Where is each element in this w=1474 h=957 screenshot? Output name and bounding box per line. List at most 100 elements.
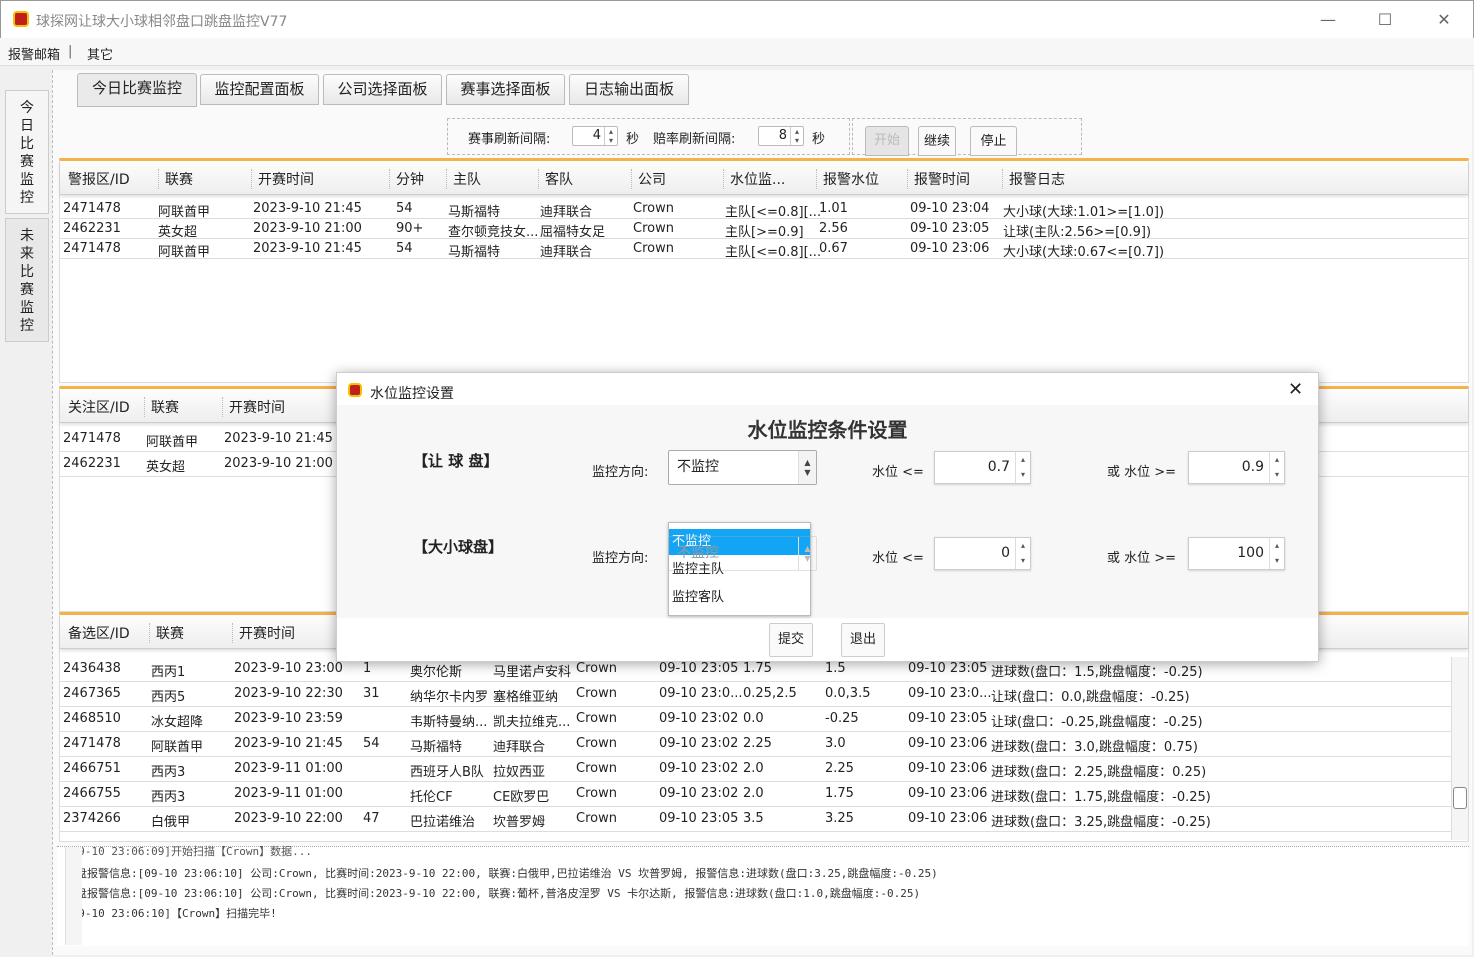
table-cell: 2471478 xyxy=(63,241,121,256)
table-cell: 2023-9-10 21:45 xyxy=(253,201,362,216)
table-cell: 2.25 xyxy=(743,736,772,751)
column-header[interactable]: 公司 xyxy=(631,169,666,189)
overunder-ge-label: 或 水位 >= xyxy=(1107,551,1177,566)
scrollbar-thumb[interactable] xyxy=(1453,787,1467,809)
table-cell: 2462231 xyxy=(63,221,121,236)
overunder-le-input[interactable]: 0 xyxy=(934,537,1031,570)
odds-refresh-spinner[interactable]: 8 xyxy=(758,126,804,146)
table-cell: Crown xyxy=(576,711,617,726)
maximize-button[interactable]: ☐ xyxy=(1371,7,1399,33)
table-row[interactable]: 2466755 西丙3 2023-9-11 01:00 托伦CF CE欧罗巴 Crown 0… xyxy=(60,782,1468,807)
tab-today-monitor[interactable]: 今日比赛监控 xyxy=(77,73,197,107)
log-output: [09-10 23:06:09]开始扫描【Crown】数据... 跳盘报警信息:… xyxy=(57,845,1469,946)
tab-log-output[interactable]: 日志输出面板 xyxy=(569,74,689,105)
column-header[interactable]: 开赛时间 xyxy=(222,397,285,417)
column-header[interactable]: 联赛 xyxy=(158,169,193,189)
table-row[interactable]: 2471478 阿联酋甲 2023-9-10 21:45 54 马斯福特 迪拜联合 Crow… xyxy=(60,239,1468,260)
table-row[interactable]: 2471478 阿联酋甲 2023-9-10 21:45 54 马斯福特 迪拜联合 Crow… xyxy=(60,199,1468,220)
app-logo-icon xyxy=(13,11,29,27)
log-scrollbar[interactable] xyxy=(65,847,82,945)
menu-bar: 报警邮箱 | 其它 xyxy=(0,38,1474,66)
table-cell: Crown xyxy=(633,221,674,236)
table-cell: 纳华尔卡内罗 xyxy=(410,690,489,705)
handicap-ge-input[interactable]: 0.9 xyxy=(1188,451,1285,484)
stop-button[interactable]: 停止 xyxy=(970,126,1017,156)
side-tab-future[interactable]: 未来比赛监控 xyxy=(5,218,49,342)
table-row[interactable]: 2466751 西丙3 2023-9-11 01:00 西班牙人B队 拉奴西亚 Crown… xyxy=(60,757,1468,782)
column-header[interactable]: 客队 xyxy=(538,169,573,189)
table-cell: 2023-9-11 01:00 xyxy=(234,761,343,776)
table-row[interactable]: 2374266 白俄甲 2023-9-10 22:00 47 巴拉诺维治 坎普罗姆 Crow… xyxy=(60,807,1468,832)
menu-other[interactable]: 其它 xyxy=(87,44,113,63)
close-button[interactable]: ✕ xyxy=(1430,7,1458,33)
column-header[interactable]: 警报区/ID xyxy=(62,169,130,189)
tab-company-select[interactable]: 公司选择面板 xyxy=(323,74,442,105)
table-cell: 2462231 xyxy=(63,456,121,471)
table-cell: 让球(盘口：-0.25,跳盘幅度：-0.25) xyxy=(991,715,1203,730)
table-cell: 西班牙人B队 xyxy=(410,765,484,780)
table-cell: 09-10 23:02 xyxy=(659,786,739,801)
handicap-ge-label: 或 水位 >= xyxy=(1107,465,1177,480)
column-header[interactable]: 报警时间 xyxy=(907,169,970,189)
handicap-direction-select[interactable]: 不监控 ▲ ▼ xyxy=(668,450,817,485)
table-cell: 2471478 xyxy=(63,201,121,216)
table-row[interactable]: 2468510 冰女超降 2023-9-10 23:59 韦斯特曼纳... 凯夫拉维克.… xyxy=(60,707,1468,732)
column-header[interactable]: 联赛 xyxy=(149,623,184,643)
handicap-direction-label: 监控方向: xyxy=(592,465,649,480)
dialog-close-button[interactable]: ✕ xyxy=(1288,379,1303,400)
table-cell: 09-10 23:05 xyxy=(910,221,990,236)
table-cell: 查尔顿竞技女... xyxy=(448,225,539,240)
table-cell: 2.25 xyxy=(825,761,854,776)
table-cell: 奥尔伦斯 xyxy=(410,665,463,680)
table-cell: Crown xyxy=(576,736,617,751)
overunder-ge-input[interactable]: 100 xyxy=(1188,537,1285,570)
tab-monitor-config[interactable]: 监控配置面板 xyxy=(200,74,319,105)
table-cell: 进球数(盘口：1.75,跳盘幅度：-0.25) xyxy=(991,790,1211,805)
table-cell: 2471478 xyxy=(63,431,121,446)
table-cell: 进球数(盘口：1.5,跳盘幅度：-0.25) xyxy=(991,665,1203,680)
column-header[interactable]: 备选区/ID xyxy=(62,623,130,643)
table-cell: 09-10 23:06 xyxy=(908,786,988,801)
column-header[interactable]: 分钟 xyxy=(389,169,424,189)
column-header[interactable]: 水位监... xyxy=(723,169,785,189)
table-cell: 2.0 xyxy=(743,761,764,776)
continue-button[interactable]: 继续 xyxy=(918,126,956,156)
column-header[interactable]: 主队 xyxy=(446,169,481,189)
candidate-scrollbar[interactable] xyxy=(1451,657,1468,840)
column-header[interactable]: 报警日志 xyxy=(1002,169,1065,189)
table-row[interactable]: 2462231 英女超 2023-9-10 21:00 90+ 查尔顿竞技女... 屈福特… xyxy=(60,219,1468,240)
table-cell: 1.75 xyxy=(743,661,772,676)
table-cell: Crown xyxy=(576,811,617,826)
exit-button[interactable]: 退出 xyxy=(841,623,885,657)
side-tab-today[interactable]: 今日比赛监控 xyxy=(5,90,49,214)
table-cell: 2467365 xyxy=(63,686,121,701)
dropdown-option-away[interactable]: 监控客队 xyxy=(669,585,810,611)
table-cell: 2023-9-10 21:45 xyxy=(224,431,333,446)
minimize-button[interactable]: — xyxy=(1314,7,1342,33)
table-cell: 2023-9-11 01:00 xyxy=(234,786,343,801)
table-row[interactable]: 2467365 西丙5 2023-9-10 22:30 31 纳华尔卡内罗 塞格维亚纳 Cr… xyxy=(60,682,1468,707)
submit-button[interactable]: 提交 xyxy=(769,623,813,657)
table-row[interactable]: 2471478 阿联酋甲 2023-9-10 21:45 54 马斯福特 迪拜联合 Crow… xyxy=(60,732,1468,757)
log-line: 跳盘报警信息:[09-10 23:06:10] 公司:Crown, 比赛时间:2… xyxy=(65,887,921,900)
column-header[interactable]: 报警水位 xyxy=(816,169,879,189)
table-cell: 09-10 23:02 xyxy=(659,761,739,776)
column-header[interactable]: 关注区/ID xyxy=(62,397,130,417)
table-cell: Crown xyxy=(576,686,617,701)
start-button[interactable]: 开始 xyxy=(865,126,909,156)
menu-alert-email[interactable]: 报警邮箱 xyxy=(8,44,60,63)
table-cell: 47 xyxy=(363,811,380,826)
handicap-le-input[interactable]: 0.7 xyxy=(934,451,1031,484)
table-cell: 31 xyxy=(363,686,380,701)
column-header[interactable]: 开赛时间 xyxy=(232,623,295,643)
match-refresh-spinner[interactable]: 4 xyxy=(572,126,618,146)
alert-table: 警报区/ID 联赛 开赛时间 分钟 主队 客队 公司 水位监... 报警水位 报警时间 报警日志 2… xyxy=(59,158,1469,383)
tab-match-select[interactable]: 赛事选择面板 xyxy=(446,74,565,105)
overunder-direction-select[interactable]: 不监控 ▲ ▼ xyxy=(668,536,817,571)
table-cell: 巴拉诺维治 xyxy=(410,815,476,830)
column-header[interactable]: 联赛 xyxy=(144,397,179,417)
table-cell: 马斯福特 xyxy=(410,740,463,755)
column-header[interactable]: 开赛时间 xyxy=(251,169,314,189)
table-cell: 2374266 xyxy=(63,811,121,826)
table-cell: 3.25 xyxy=(825,811,854,826)
